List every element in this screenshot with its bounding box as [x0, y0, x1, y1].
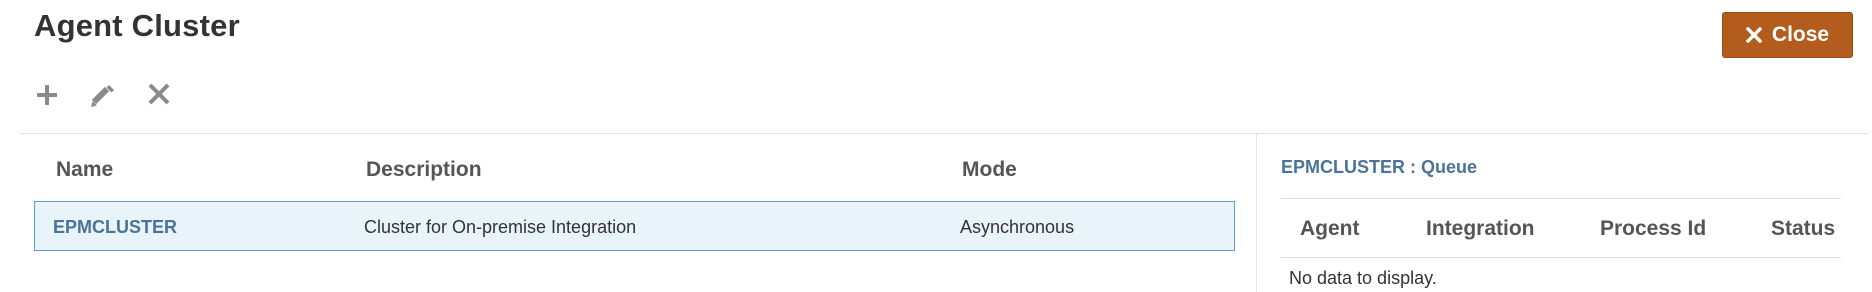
column-header-process-id[interactable]: Process Id	[1600, 217, 1706, 241]
queue-header-top-border	[1281, 198, 1841, 199]
column-header-agent[interactable]: Agent	[1300, 217, 1360, 241]
edit-button[interactable]	[87, 80, 117, 110]
column-header-integration[interactable]: Integration	[1426, 217, 1535, 241]
page-title: Agent Cluster	[34, 8, 240, 43]
column-header-status[interactable]: Status	[1771, 217, 1835, 241]
column-header-name[interactable]: Name	[56, 158, 113, 182]
panel-divider	[1256, 134, 1257, 292]
plus-icon	[37, 85, 57, 105]
cluster-name[interactable]: EPMCLUSTER	[53, 217, 177, 238]
cluster-description: Cluster for On-premise Integration	[364, 217, 637, 237]
close-button[interactable]: Close	[1722, 12, 1853, 58]
add-button[interactable]	[32, 80, 62, 110]
queue-panel-title: EPMCLUSTER : Queue	[1281, 157, 1478, 177]
delete-button[interactable]	[144, 80, 174, 110]
pencil-icon	[91, 85, 114, 107]
column-header-description[interactable]: Description	[366, 158, 482, 182]
cluster-mode: Asynchronous	[960, 217, 1075, 237]
queue-header-bottom-border	[1281, 257, 1841, 258]
column-header-mode[interactable]: Mode	[962, 158, 1017, 182]
table-row[interactable]: EPMCLUSTER Cluster for On-premise Integr…	[34, 201, 1235, 251]
x-icon	[148, 83, 170, 105]
close-icon	[1745, 27, 1762, 43]
close-button-label: Close	[1771, 23, 1830, 46]
header-divider	[20, 133, 1868, 134]
empty-state-message: No data to display.	[1289, 268, 1437, 288]
